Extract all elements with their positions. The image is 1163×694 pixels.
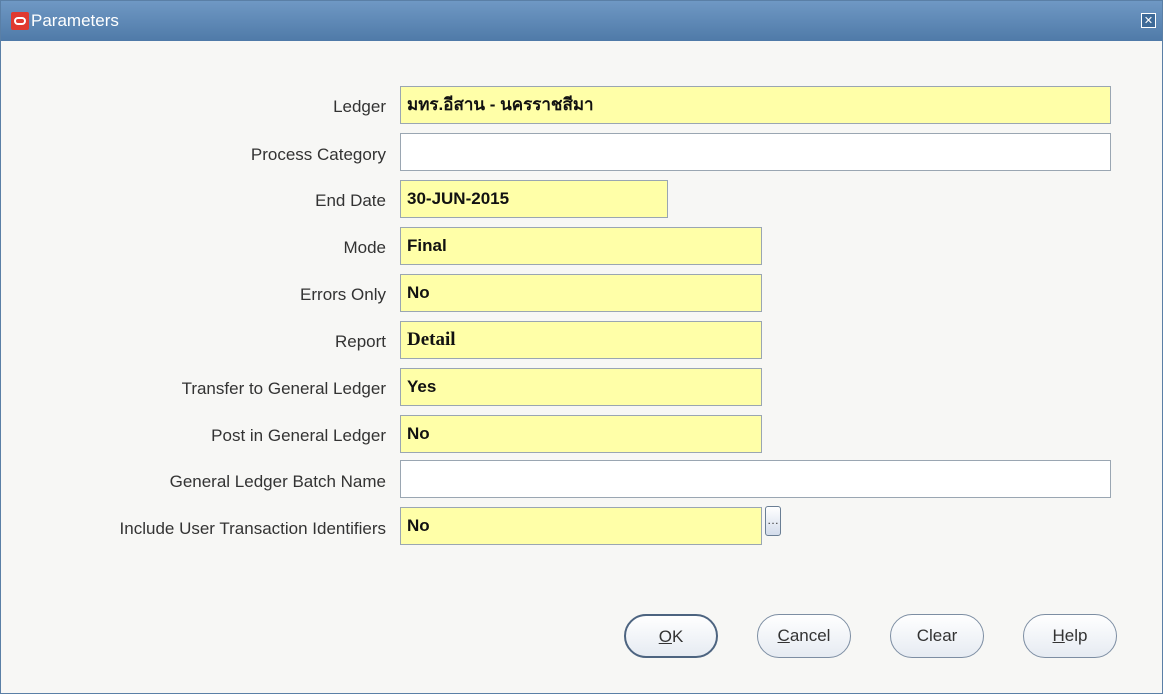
cancel-button-mnemonic: C [777, 626, 790, 645]
transfer-gl-label: Transfer to General Ledger [181, 379, 386, 398]
ok-button-label: K [671, 627, 684, 646]
title-bar[interactable]: Parameters ✕ [1, 1, 1162, 41]
ledger-field[interactable]: มทร.อีสาน - นครราชสีมา [400, 86, 1111, 124]
post-gl-field[interactable]: No [400, 415, 762, 453]
include-user-txn-label: Include User Transaction Identifiers [119, 519, 386, 538]
errors-only-field[interactable]: No [400, 274, 762, 312]
oracle-logo-icon [11, 12, 29, 30]
process-category-field[interactable] [400, 133, 1111, 171]
ledger-label: Ledger [333, 97, 386, 116]
clear-button[interactable]: Clear [890, 614, 984, 658]
report-label: Report [334, 332, 386, 351]
end-date-label: End Date [315, 191, 386, 210]
process-category-label: Process Category [250, 145, 386, 164]
post-gl-label: Post in General Ledger [211, 426, 386, 445]
transfer-gl-field[interactable]: Yes [400, 368, 762, 406]
mode-label: Mode [343, 238, 386, 257]
parameters-window: Parameters ✕ Ledger มทร.อีสาน - นครราชสี… [0, 0, 1163, 694]
gl-batch-name-label: General Ledger Batch Name [169, 472, 386, 491]
cancel-button[interactable]: Cancel [757, 614, 851, 658]
close-icon[interactable]: ✕ [1141, 13, 1156, 28]
list-of-values-button[interactable]: … [765, 506, 781, 536]
ok-button[interactable]: OK [624, 614, 718, 658]
window-title: Parameters [31, 11, 119, 30]
help-button-label: elp [1064, 626, 1088, 645]
clear-button-label: Clear [916, 626, 958, 645]
include-user-txn-field[interactable]: No [400, 507, 762, 545]
errors-only-label: Errors Only [300, 285, 386, 304]
ok-button-mnemonic: O [658, 627, 672, 646]
mode-field[interactable]: Final [400, 227, 762, 265]
gl-batch-name-field[interactable] [400, 460, 1111, 498]
cancel-button-label: ancel [789, 626, 831, 645]
report-field[interactable]: Detail [400, 321, 762, 359]
help-button-mnemonic: H [1052, 626, 1065, 645]
help-button[interactable]: Help [1023, 614, 1117, 658]
end-date-field[interactable]: 30-JUN-2015 [400, 180, 668, 218]
